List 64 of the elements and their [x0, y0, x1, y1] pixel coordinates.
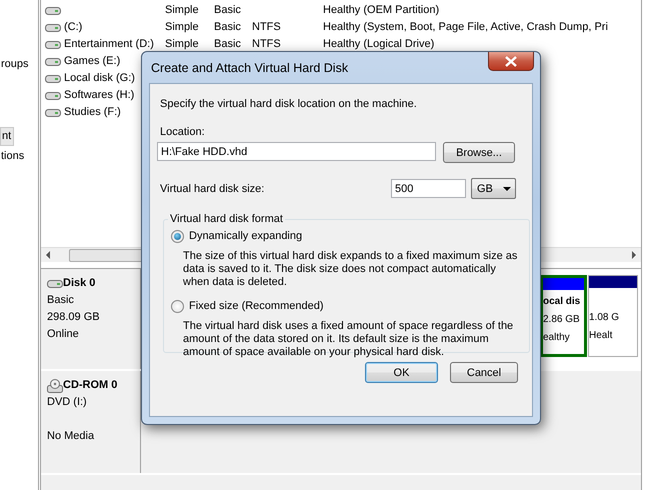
scroll-right-icon[interactable] — [631, 251, 637, 259]
drive-icon — [45, 56, 61, 66]
table-cell: Simple — [165, 21, 199, 33]
location-label: Location: — [160, 126, 206, 138]
close-button[interactable] — [488, 52, 534, 71]
option-label[interactable]: Fixed size (Recommended) — [189, 300, 324, 312]
option-description: The size of this virtual hard disk expands to a fixed maximum size as data is saved to it. The disk size does not compact automatically when data is deleted. — [183, 250, 518, 289]
drive-icon — [45, 40, 61, 50]
volume-name[interactable]: Local disk (G:) — [64, 70, 135, 87]
browse-button[interactable]: Browse... — [443, 142, 515, 163]
option-description: The virtual hard disk uses a fixed amount of space regardless of the amount of the data stored on it. Its default size is the maximum amount of space available on your physical hard disk. — [183, 320, 514, 359]
radio-button[interactable] — [171, 230, 184, 242]
scroll-left-icon[interactable] — [45, 251, 51, 259]
partition-name: ocal dis — [543, 295, 582, 309]
dialog-button[interactable]: OK — [365, 362, 438, 383]
volume-name[interactable]: Entertainment (D:) — [64, 36, 154, 53]
table-cell: Basic — [214, 21, 241, 33]
option-label[interactable]: Dynamically expanding — [189, 230, 302, 242]
volume-name[interactable]: Studies (F:) — [64, 104, 121, 121]
drive-icon — [45, 90, 61, 100]
disk-status: No Media — [47, 429, 96, 444]
volume-name[interactable]: Softwares (H:) — [64, 87, 134, 104]
table-cell: Healthy (Logical Drive) — [323, 38, 434, 50]
partition-status: Healt — [589, 329, 614, 343]
size-field[interactable]: 500 — [391, 179, 466, 198]
partition-block[interactable]: 1.08 G Healt — [588, 275, 638, 357]
cd-drive-icon — [47, 378, 63, 392]
disk-name: Disk 0 — [63, 276, 96, 291]
disk-size: 298.09 GB — [47, 310, 101, 325]
sidebar-item[interactable]: roups — [0, 56, 38, 73]
group-legend: Virtual hard disk format — [168, 213, 285, 225]
volume-name[interactable]: (C:) — [64, 19, 82, 36]
location-field[interactable]: H:\Fake HDD.vhd — [157, 142, 436, 161]
table-cell: NTFS — [252, 21, 281, 33]
table-cell: Simple — [165, 38, 199, 50]
disk-status: Online — [47, 327, 80, 342]
disk-name: CD-ROM 0 — [63, 378, 118, 393]
size-label: Virtual hard disk size: — [160, 182, 266, 194]
drive-icon — [45, 6, 61, 16]
dialog-title: Create and Attach Virtual Hard Disk — [151, 60, 348, 74]
radio-button[interactable] — [171, 300, 184, 312]
drive-icon — [45, 22, 61, 32]
partition-size: 2.86 GB — [543, 313, 581, 327]
table-cell: Simple — [165, 4, 199, 16]
partition-status: ealthy — [543, 331, 571, 345]
disk-type: Basic — [47, 293, 75, 308]
drive-icon — [45, 108, 61, 118]
unit-dropdown[interactable]: GB — [471, 178, 516, 199]
table-cell: NTFS — [252, 38, 281, 50]
partition-size: 1.08 G — [589, 311, 620, 325]
volume-name[interactable]: Games (E:) — [64, 53, 120, 70]
sidebar-item[interactable]: tions — [0, 148, 38, 165]
drive-icon — [45, 74, 61, 84]
caret-icon — [503, 186, 511, 190]
table-cell: Basic — [214, 4, 241, 16]
table-cell: Healthy (OEM Partition) — [323, 4, 440, 16]
close-icon[interactable] — [504, 56, 518, 66]
disk-type: DVD (I:) — [47, 395, 88, 410]
dialog-button[interactable]: Cancel — [450, 362, 518, 383]
instruction-text: Specify the virtual hard disk location on the machine. — [160, 98, 418, 110]
sidebar-item[interactable]: nt — [0, 127, 14, 146]
partition-block[interactable]: ocal dis 2.86 GB ealthy — [540, 275, 587, 357]
table-cell: Basic — [214, 38, 241, 50]
table-cell: Healthy (System, Boot, Page File, Active, Crash Dump, Pri — [323, 21, 608, 33]
